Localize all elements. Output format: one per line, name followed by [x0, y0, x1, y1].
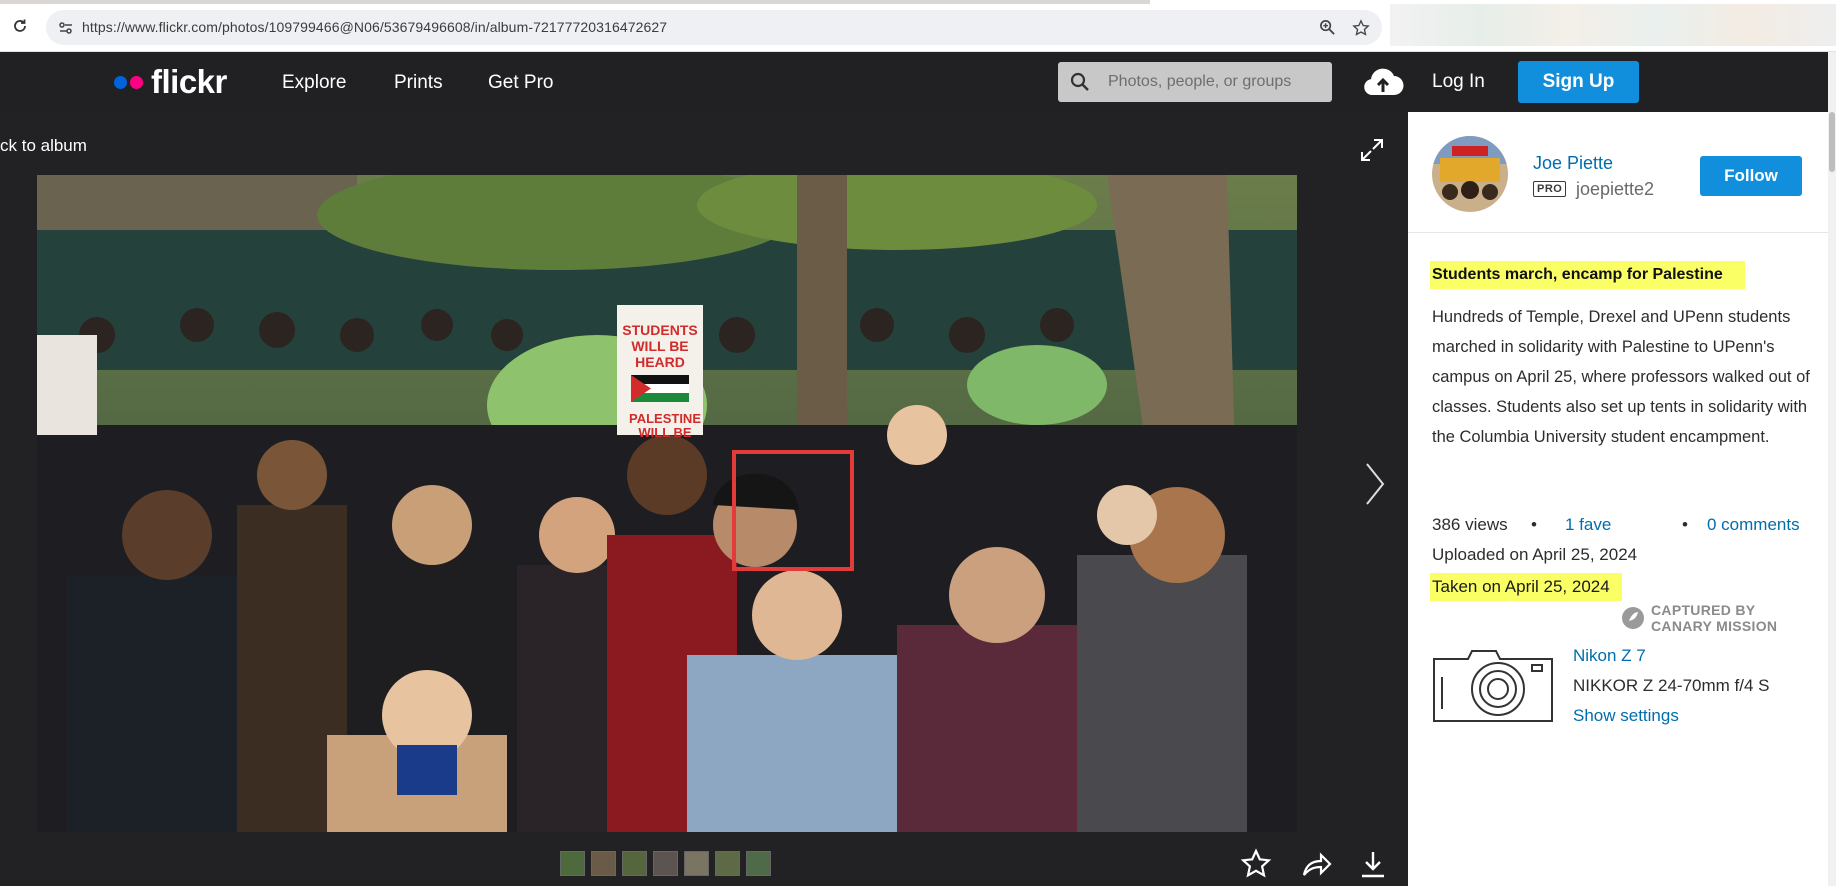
owner-name-link[interactable]: Joe Piette — [1533, 153, 1613, 174]
sign-line-1: STUDENTS — [622, 322, 697, 338]
owner-username[interactable]: joepiette2 — [1576, 179, 1654, 200]
captured-line-1: CAPTURED BY — [1651, 602, 1756, 618]
site-header: flickr Explore Prints Get Pro Photos, pe… — [0, 52, 1836, 112]
thumbnail[interactable] — [591, 851, 616, 876]
search-icon — [1070, 72, 1089, 91]
address-bar[interactable]: https://www.flickr.com/photos/109799466@… — [46, 10, 1382, 45]
camera-icon — [1433, 650, 1553, 722]
sign-line-4: PALESTINE — [629, 411, 701, 426]
captured-by-text: CAPTURED BY CANARY MISSION — [1651, 602, 1777, 634]
nav-get-pro[interactable]: Get Pro — [488, 72, 553, 94]
sign-line-3: HEARD — [635, 354, 685, 370]
nav-prints[interactable]: Prints — [394, 72, 443, 94]
logo-blue-dot — [114, 75, 127, 89]
faves-link[interactable]: 1 fave — [1565, 515, 1611, 535]
browser-toolbar: https://www.flickr.com/photos/109799466@… — [0, 0, 1836, 52]
search-placeholder: Photos, people, or groups — [1108, 73, 1292, 90]
logo-pink-dot — [130, 75, 143, 89]
login-link[interactable]: Log In — [1432, 71, 1485, 93]
zoom-icon[interactable] — [1319, 19, 1336, 36]
owner-avatar[interactable] — [1432, 136, 1508, 212]
site-settings-icon[interactable] — [58, 20, 74, 36]
thumbnail[interactable] — [684, 851, 709, 876]
signup-button[interactable]: Sign Up — [1518, 61, 1639, 103]
download-icon[interactable] — [1357, 848, 1389, 880]
thumbnail[interactable] — [746, 851, 771, 876]
logo-text: flickr — [151, 63, 227, 100]
upload-cloud-icon[interactable] — [1362, 65, 1404, 99]
uploaded-date: Uploaded on April 25, 2024 — [1432, 545, 1638, 564]
photo-viewer: ck to album STUDENTS WILL BE HEARD PALES… — [0, 112, 1408, 886]
reload-icon[interactable] — [12, 18, 28, 34]
stats-separator: • — [1531, 515, 1537, 534]
scrollbar-thumb[interactable] — [1829, 112, 1835, 172]
pro-badge: PRO — [1533, 181, 1567, 197]
nav-explore[interactable]: Explore — [282, 72, 346, 94]
back-to-album-link[interactable]: ck to album — [0, 136, 87, 156]
photo-sidebar: Joe Piette PRO joepiette2 Follow Student… — [1408, 112, 1836, 886]
lens-name: NIKKOR Z 24-70mm f/4 S — [1573, 676, 1770, 695]
share-icon[interactable] — [1300, 848, 1332, 880]
follow-button[interactable]: Follow — [1700, 156, 1802, 196]
sign-line-5: WILL BE — [638, 425, 692, 440]
expand-icon[interactable] — [1358, 136, 1386, 164]
search-input[interactable]: Photos, people, or groups — [1058, 62, 1332, 102]
thumbnail[interactable] — [653, 851, 678, 876]
comments-link[interactable]: 0 comments — [1707, 515, 1800, 535]
thumbnail[interactable] — [715, 851, 740, 876]
next-arrow-icon[interactable] — [1363, 460, 1387, 508]
blurred-extensions-area — [1390, 4, 1836, 46]
thumbnail-strip — [560, 851, 771, 876]
canary-mission-logo-icon — [1622, 607, 1644, 629]
sign-line-2: WILL BE — [631, 338, 688, 354]
tab-strip-edge — [0, 0, 1150, 4]
flickr-logo[interactable]: flickr — [114, 63, 227, 100]
sidebar-divider — [1408, 232, 1836, 233]
views-count: 386 views — [1432, 515, 1508, 534]
fave-star-icon[interactable] — [1240, 848, 1272, 880]
url-text[interactable]: https://www.flickr.com/photos/109799466@… — [82, 19, 667, 35]
page-scrollbar[interactable] — [1828, 52, 1836, 886]
stats-separator: • — [1682, 515, 1688, 534]
thumbnail[interactable] — [622, 851, 647, 876]
captured-by-watermark: CAPTURED BY CANARY MISSION — [1621, 602, 1777, 634]
bookmark-star-icon[interactable] — [1352, 19, 1370, 37]
camera-link[interactable]: Nikon Z 7 — [1573, 646, 1646, 666]
taken-date: Taken on April 25, 2024 — [1430, 573, 1622, 601]
captured-line-2: CANARY MISSION — [1651, 618, 1778, 634]
main-photo[interactable]: STUDENTS WILL BE HEARD PALESTINE WILL BE — [37, 175, 1297, 832]
show-settings-link[interactable]: Show settings — [1573, 706, 1679, 726]
thumbnail[interactable] — [560, 851, 585, 876]
photo-description: Hundreds of Temple, Drexel and UPenn stu… — [1432, 308, 1810, 446]
photo-title: Students march, encamp for Palestine — [1430, 261, 1745, 289]
